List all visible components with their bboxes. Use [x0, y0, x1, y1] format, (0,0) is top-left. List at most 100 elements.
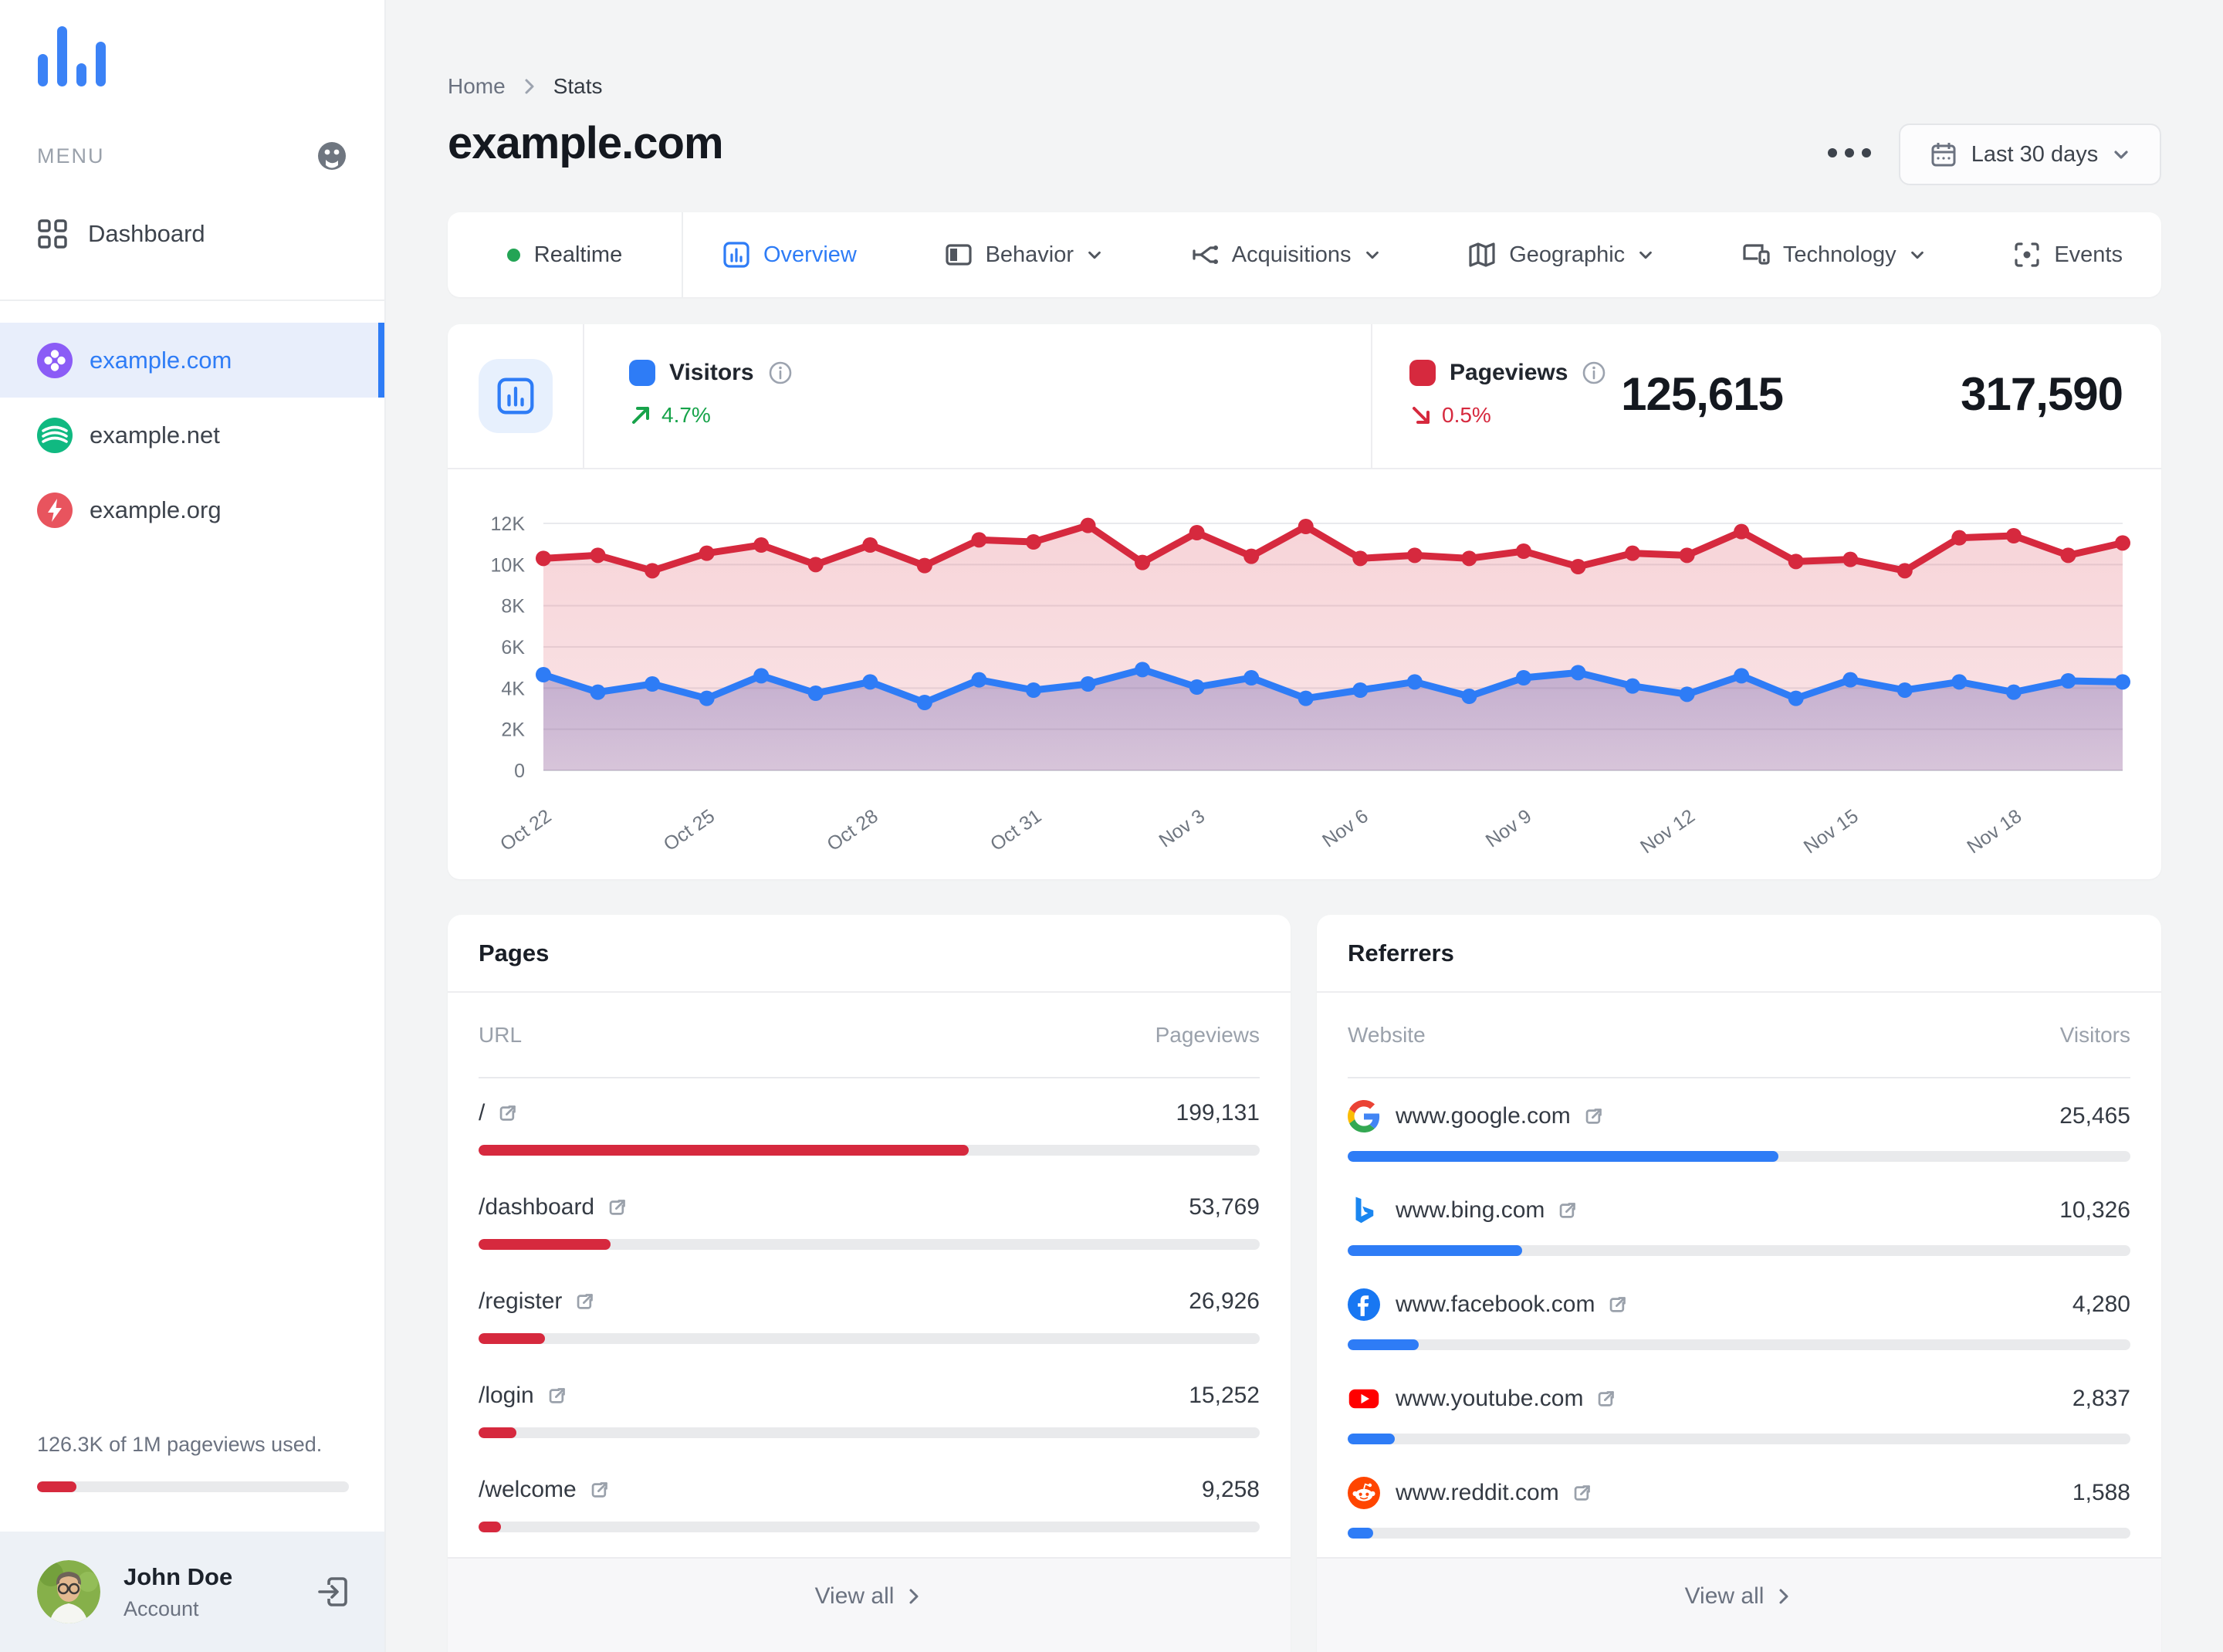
breadcrumb-home-link[interactable]: Home	[448, 74, 506, 99]
row-progressbar	[479, 1427, 1260, 1438]
logout-button[interactable]	[315, 1574, 350, 1610]
row-progress-fill	[479, 1145, 969, 1156]
tab-overview[interactable]: Overview	[722, 240, 857, 269]
table-row: /login 15,252	[479, 1361, 1260, 1455]
column-header-pageviews: Pageviews	[1155, 1022, 1260, 1047]
tab-label: Acquisitions	[1231, 242, 1352, 267]
chevron-down-icon	[1910, 251, 1924, 259]
sidebar-item-label: example.org	[90, 496, 222, 523]
external-link-icon	[1574, 1484, 1590, 1501]
referrers-column-headers: Website Visitors	[1317, 993, 2161, 1077]
realtime-dot-icon	[506, 248, 520, 262]
referrer-link[interactable]: www.bing.com	[1396, 1197, 1578, 1224]
site-favicon-waves-icon	[37, 417, 73, 453]
page-url-link[interactable]: /welcome	[479, 1477, 610, 1503]
referrer-site: www.reddit.com	[1396, 1480, 1559, 1505]
visitors-change: 4.7%	[629, 403, 711, 428]
info-icon[interactable]	[768, 361, 793, 385]
pages-column-headers: URL Pageviews	[448, 993, 1291, 1077]
google-logo-icon	[1348, 1100, 1380, 1132]
sidebar-item-example-com[interactable]: example.com	[0, 323, 384, 398]
chevron-down-icon	[1365, 251, 1379, 259]
referrer-site: www.facebook.com	[1396, 1291, 1595, 1317]
chevron-right-icon	[525, 79, 534, 94]
table-row: / 199,131	[479, 1078, 1260, 1173]
external-link-icon	[577, 1293, 594, 1309]
row-progressbar	[479, 1145, 1260, 1156]
more-options-button[interactable]	[1822, 133, 1877, 173]
info-icon[interactable]	[1582, 361, 1606, 385]
pageviews-cell-value: 9,258	[1201, 1477, 1260, 1502]
account-section[interactable]: John Doe Account	[0, 1532, 384, 1652]
tab-label: Overview	[763, 242, 857, 267]
svg-text:10K: 10K	[491, 554, 526, 576]
referrer-link[interactable]: www.facebook.com	[1396, 1291, 1628, 1318]
row-progress-fill	[1348, 1528, 1374, 1539]
tab-behavior[interactable]: Behavior	[944, 240, 1103, 269]
external-link-icon	[1610, 1296, 1626, 1312]
table-row: /dashboard 53,769	[479, 1173, 1260, 1267]
referrer-link[interactable]: www.google.com	[1396, 1103, 1604, 1129]
view-all-link[interactable]: View all	[815, 1583, 924, 1610]
svg-text:2K: 2K	[501, 719, 525, 741]
row-progress-fill	[1348, 1434, 1395, 1444]
reddit-logo-icon	[1348, 1477, 1380, 1509]
sidebar-item-example-net[interactable]: example.net	[0, 398, 384, 472]
row-progress-fill	[479, 1239, 611, 1250]
referrers-rows: www.google.com 25,465 www.bing.com 10,32…	[1317, 1078, 2161, 1549]
visitors-cell-value: 1,588	[2072, 1480, 2130, 1505]
visitors-label: Visitors	[669, 360, 754, 385]
tab-technology[interactable]: Technology	[1741, 240, 1926, 269]
traffic-line-chart: 0 2K 4K 6K 8K 10K 12K Oct 22 Oct 25 Oct 28 Oct 31 N…	[491, 513, 2130, 858]
sidebar: MENU Dashboard example.com example.net e…	[0, 0, 386, 1652]
sidebar-item-example-org[interactable]: example.org	[0, 472, 384, 547]
overview-chart-icon	[723, 242, 749, 268]
row-progressbar	[1348, 1434, 2130, 1444]
pages-panel-title: Pages	[448, 915, 1291, 993]
page-url-link[interactable]: /register	[479, 1288, 595, 1315]
page-url-link[interactable]: /dashboard	[479, 1194, 628, 1220]
table-row: /register 26,926	[479, 1267, 1260, 1361]
referrer-link[interactable]: www.reddit.com	[1396, 1480, 1592, 1506]
pages-rows: / 199,131 /dashboard 53,769 /register 26…	[448, 1078, 1291, 1549]
page-url-link[interactable]: /	[479, 1100, 518, 1126]
external-link-icon	[609, 1199, 625, 1215]
tabs-group: Overview Behavior Acquisitions Geographi…	[683, 212, 2161, 297]
appearance-toggle-button[interactable]	[316, 140, 347, 171]
visitors-cell-value: 2,837	[2072, 1386, 2130, 1411]
external-link-icon	[591, 1481, 607, 1498]
page-url: /welcome	[479, 1477, 577, 1502]
table-row: www.facebook.com 4,280	[1348, 1267, 2130, 1361]
referrers-footer: View all	[1317, 1557, 2161, 1652]
tab-acquisitions[interactable]: Acquisitions	[1190, 240, 1381, 269]
visitors-cell-value: 10,326	[2059, 1197, 2130, 1223]
visitors-stat-header: Visitors	[629, 360, 793, 386]
svg-text:Oct 22: Oct 22	[496, 805, 555, 855]
arrow-down-right-icon	[1413, 407, 1430, 424]
menu-header: MENU	[37, 140, 347, 171]
tab-label: Events	[2054, 242, 2123, 267]
geographic-map-icon	[1469, 242, 1495, 267]
tab-geographic[interactable]: Geographic	[1467, 240, 1654, 269]
tab-label: Realtime	[533, 242, 623, 267]
date-range-button[interactable]: Last 30 days	[1899, 124, 2161, 185]
row-progress-fill	[479, 1522, 502, 1532]
youtube-logo-icon	[1348, 1389, 1379, 1409]
chevron-right-icon	[909, 1589, 919, 1604]
referrer-link[interactable]: www.youtube.com	[1396, 1386, 1616, 1412]
page-url: /register	[479, 1288, 563, 1314]
date-range-label: Last 30 days	[1971, 141, 2099, 167]
logout-icon	[318, 1577, 347, 1606]
page-url-link[interactable]: /login	[479, 1383, 567, 1409]
tab-realtime[interactable]: Realtime	[448, 212, 683, 297]
svg-text:Nov 3: Nov 3	[1155, 805, 1210, 851]
sidebar-item-dashboard[interactable]: Dashboard	[0, 199, 386, 269]
view-all-link[interactable]: View all	[1685, 1583, 1794, 1610]
svg-text:0: 0	[514, 760, 525, 782]
svg-text:Oct 28: Oct 28	[823, 805, 881, 855]
tab-events[interactable]: Events	[2012, 240, 2123, 269]
usage-text: 126.3K of 1M pageviews used.	[37, 1433, 323, 1456]
account-info: John Doe Account	[124, 1563, 292, 1621]
pageviews-cell-value: 15,252	[1189, 1383, 1260, 1408]
behavior-window-icon	[945, 244, 972, 266]
